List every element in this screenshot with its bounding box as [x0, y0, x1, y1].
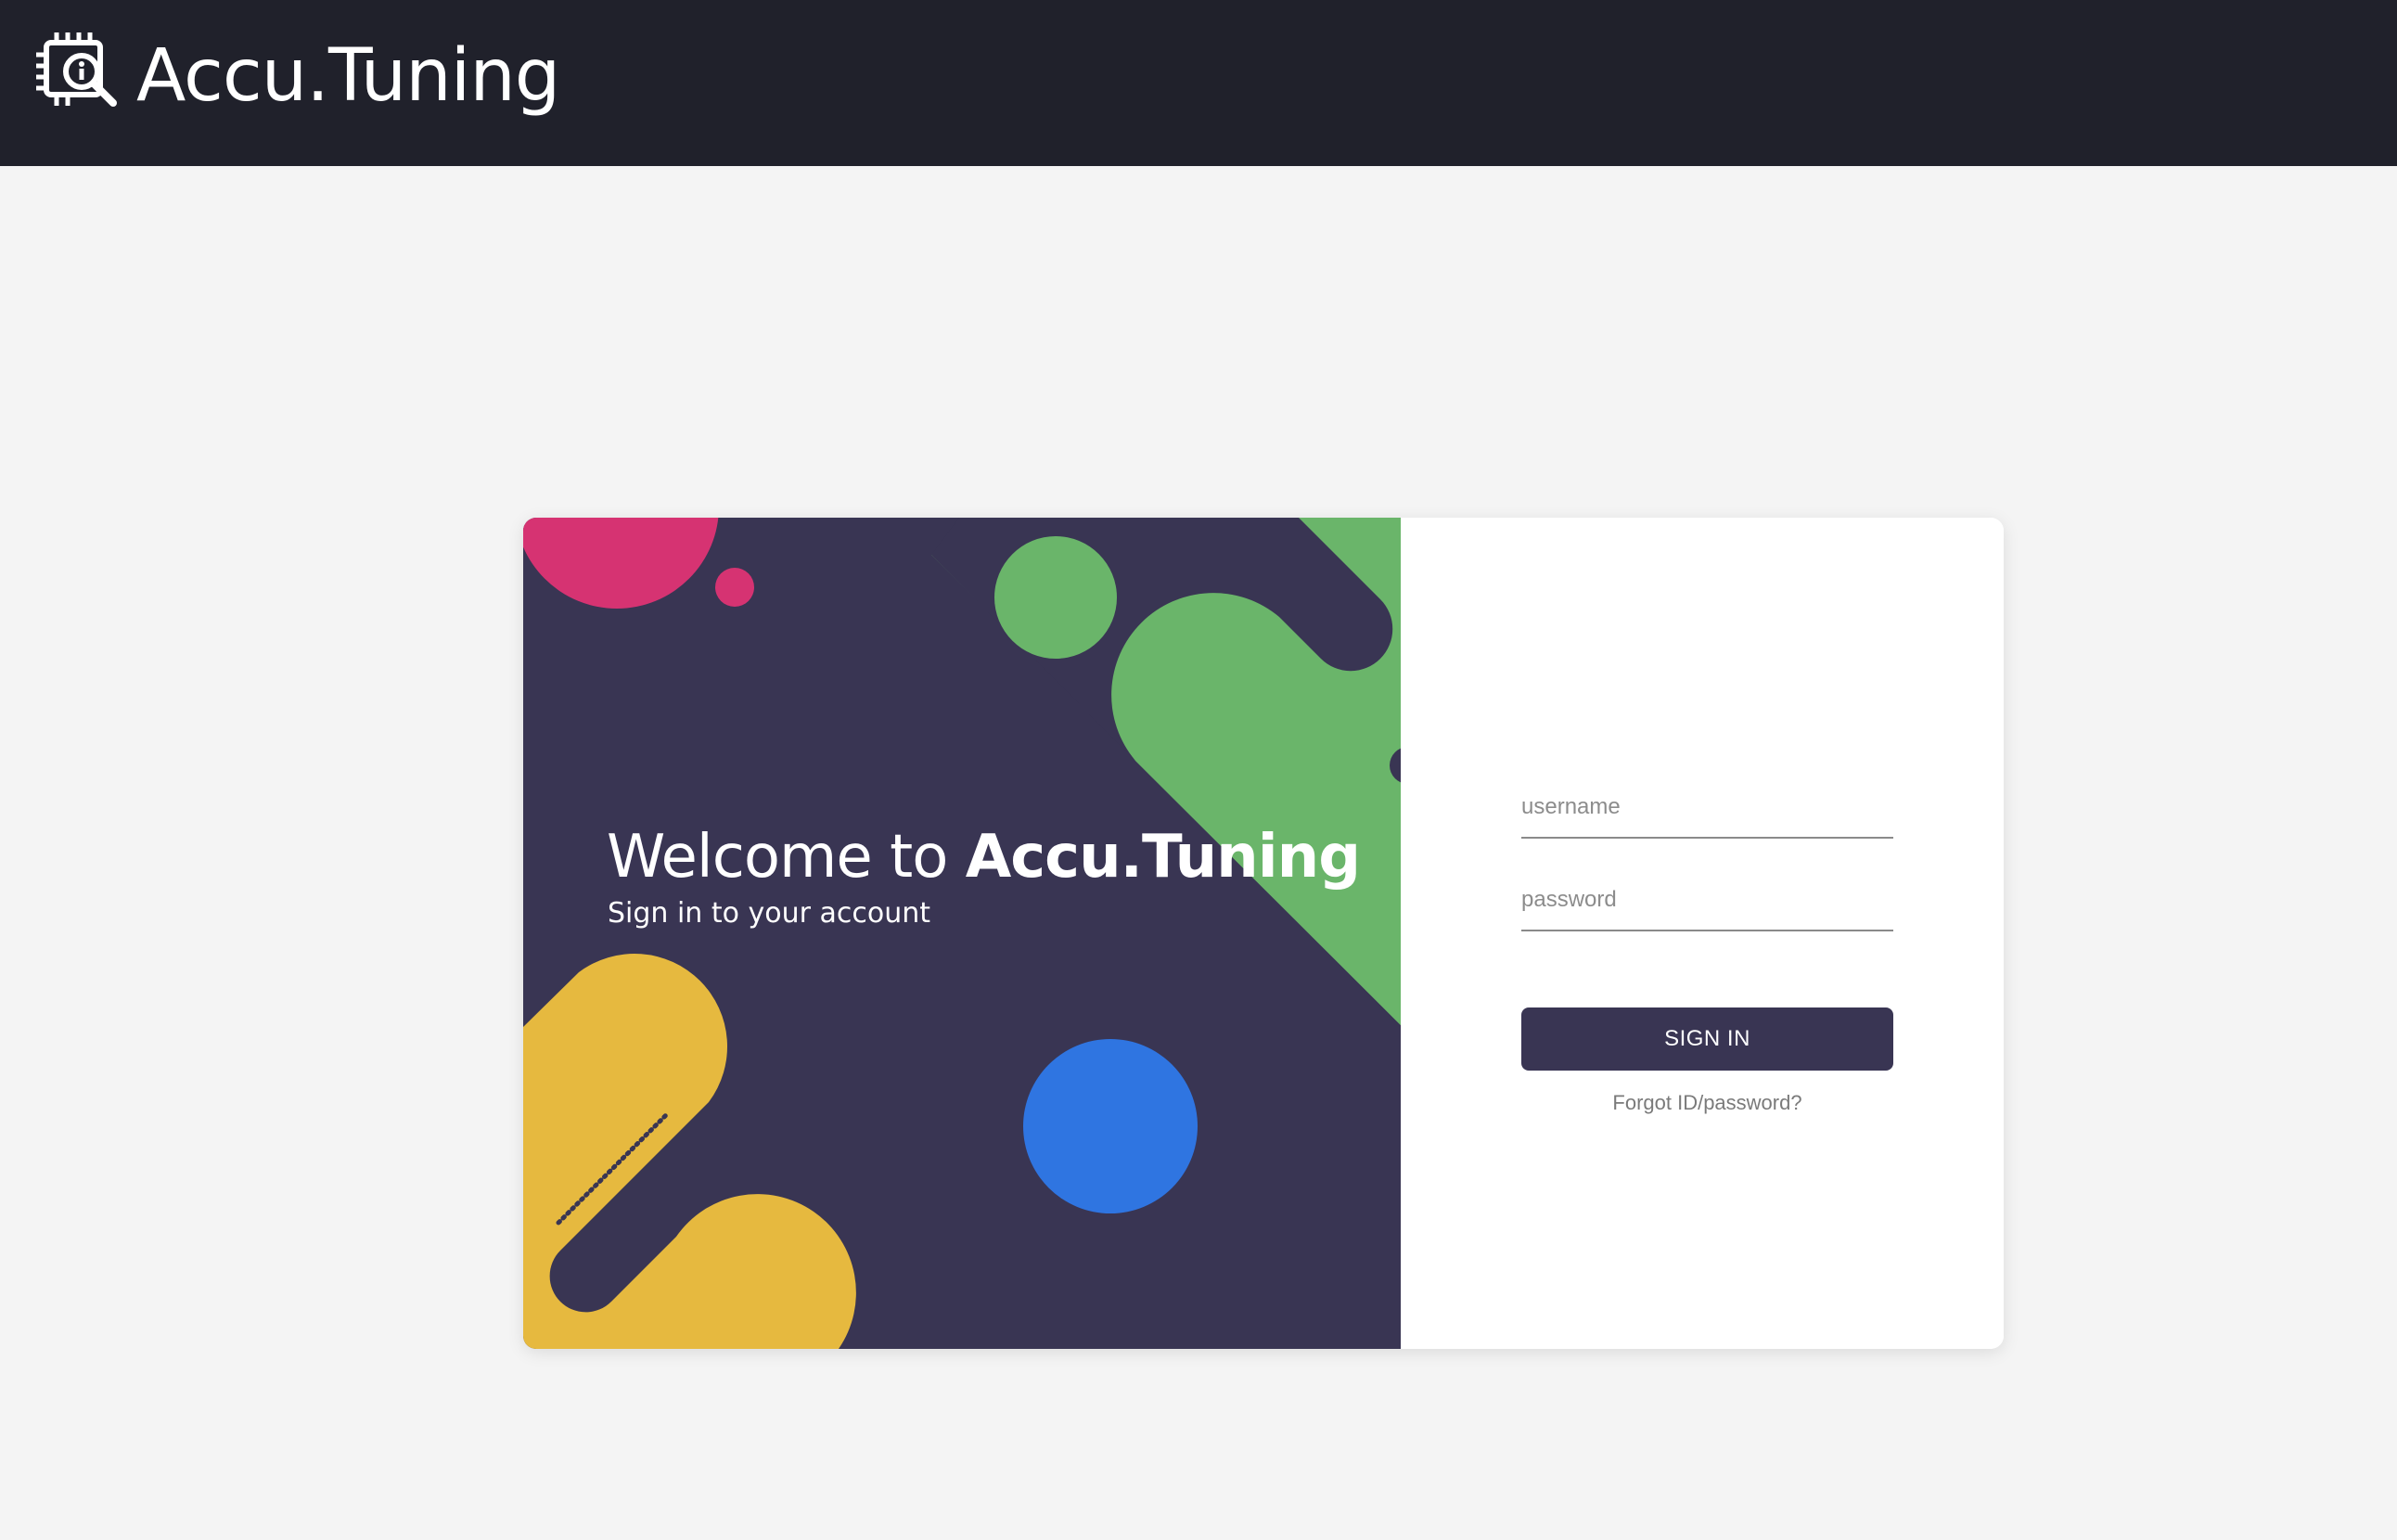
- forgot-credentials-link[interactable]: Forgot ID/password?: [1521, 1091, 1893, 1115]
- sign-in-button[interactable]: SIGN IN: [1521, 1007, 1893, 1071]
- welcome-subtitle: Sign in to your account: [608, 897, 931, 930]
- username-input[interactable]: [1521, 787, 1893, 839]
- welcome-artwork-panel: Welcome to Accu.Tuning Sign in to your a…: [523, 518, 1401, 1349]
- password-input[interactable]: [1521, 879, 1893, 931]
- login-form: SIGN IN Forgot ID/password?: [1401, 518, 2004, 1349]
- top-navigation-bar: Accu.Tuning: [0, 0, 2397, 166]
- login-card: Welcome to Accu.Tuning Sign in to your a…: [523, 518, 2004, 1349]
- chip-search-icon: [36, 32, 117, 107]
- welcome-heading: Welcome to Accu.Tuning: [607, 821, 1361, 893]
- app-name: Accu.Tuning: [136, 34, 560, 118]
- decorative-shapes: [523, 518, 1401, 1349]
- welcome-brand: Accu.Tuning: [965, 823, 1361, 892]
- welcome-prefix: Welcome to: [607, 823, 966, 892]
